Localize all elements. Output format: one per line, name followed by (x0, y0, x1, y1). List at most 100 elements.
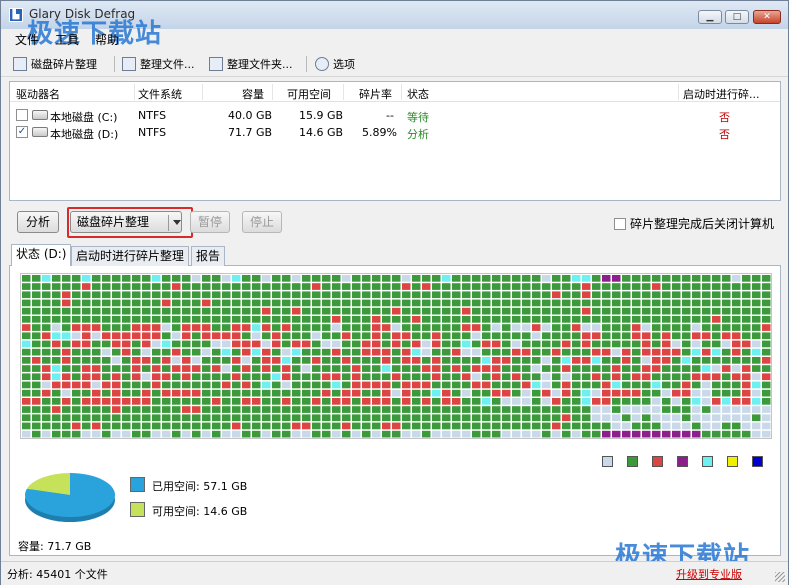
pause-button[interactable]: 暂停 (190, 211, 230, 233)
cluster-block (452, 275, 461, 282)
cluster-block (472, 365, 481, 372)
col-status[interactable]: 状态 (407, 86, 429, 102)
defrag-split-button[interactable]: 磁盘碎片整理 (70, 211, 182, 233)
toolbar-defrag-button[interactable]: 磁盘碎片整理 (13, 55, 97, 73)
drive-checkbox[interactable]: ✓ (16, 126, 28, 138)
cluster-block (642, 299, 651, 307)
cluster-block (662, 307, 671, 315)
tab-boot-defrag[interactable]: 启动时进行碎片整理 (71, 246, 190, 266)
col-fragmentation[interactable]: 碎片率 (359, 86, 392, 102)
menu-file[interactable]: 文件 (15, 31, 39, 48)
cluster-block (52, 316, 61, 323)
cluster-block (762, 324, 771, 331)
cluster-block (102, 291, 111, 299)
col-filesystem[interactable]: 文件系统 (138, 86, 182, 102)
menu-help[interactable]: 帮助 (95, 31, 119, 48)
cluster-block (432, 275, 441, 282)
cluster-block (262, 381, 271, 389)
close-icon[interactable]: ✕ (753, 10, 781, 24)
resize-grip-icon[interactable] (775, 572, 785, 582)
cluster-block (222, 398, 231, 405)
cluster-block (172, 299, 181, 307)
chevron-down-icon[interactable] (173, 220, 181, 225)
cluster-block (692, 348, 701, 356)
analyze-button[interactable]: 分析 (17, 211, 59, 233)
toolbar-defrag-folder-button[interactable]: 整理文件夹... (209, 55, 293, 73)
cluster-block (462, 422, 471, 430)
cluster-block (312, 348, 321, 356)
cluster-block (612, 398, 621, 405)
maximize-icon[interactable]: □ (725, 10, 749, 24)
cluster-block (332, 316, 341, 323)
cluster-block (382, 299, 391, 307)
cluster-block (192, 291, 201, 299)
cluster-block (722, 348, 731, 356)
cluster-block (542, 340, 551, 348)
cluster-block (82, 414, 91, 422)
cluster-block (442, 398, 451, 405)
shutdown-option[interactable]: 碎片整理完成后关闭计算机 (614, 215, 774, 232)
cluster-block (72, 422, 81, 430)
cluster-block (452, 357, 461, 364)
col-free-space[interactable]: 可用空间 (287, 86, 331, 102)
cluster-block (32, 348, 41, 356)
cluster-block (562, 373, 571, 381)
drive-row[interactable]: 本地磁盘 (C:) NTFS 40.0 GB 15.9 GB -- 等待 否 (10, 107, 780, 124)
cluster-block (622, 275, 631, 282)
col-capacity[interactable]: 容量 (242, 86, 264, 102)
cluster-block (42, 307, 51, 315)
cluster-block (752, 307, 761, 315)
cluster-block (582, 291, 591, 299)
upgrade-link[interactable]: 升级到专业版 (676, 566, 742, 582)
cluster-block (582, 406, 591, 413)
cluster-block (682, 414, 691, 422)
cluster-block (582, 340, 591, 348)
drive-row[interactable]: ✓ 本地磁盘 (D:) NTFS 71.7 GB 14.6 GB 5.89% 分… (10, 124, 780, 141)
cluster-block (732, 398, 741, 405)
cluster-block (262, 307, 271, 315)
cluster-block (382, 316, 391, 323)
cluster-block (452, 430, 461, 438)
cluster-block (602, 348, 611, 356)
cluster-block (282, 299, 291, 307)
cluster-block (462, 365, 471, 372)
col-separator (401, 84, 402, 100)
col-boot-defrag[interactable]: 启动时进行碎... (683, 86, 760, 102)
cluster-block (142, 422, 151, 430)
cluster-block (762, 381, 771, 389)
cluster-block (392, 316, 401, 323)
cluster-block (102, 422, 111, 430)
minimize-icon[interactable]: ▁ (698, 10, 722, 24)
cluster-block (162, 406, 171, 413)
cluster-block (602, 406, 611, 413)
cluster-block (292, 406, 301, 413)
cluster-block (422, 299, 431, 307)
cluster-block (612, 348, 621, 356)
tab-status[interactable]: 状态 (D:) (11, 244, 72, 266)
cluster-block (672, 373, 681, 381)
cluster-block (332, 430, 341, 438)
cluster-block (722, 414, 731, 422)
stop-button[interactable]: 停止 (242, 211, 282, 233)
cluster-block (402, 324, 411, 331)
cluster-block (562, 283, 571, 290)
cluster-block (472, 324, 481, 331)
cluster-block (172, 389, 181, 397)
toolbar-options-button[interactable]: 选项 (315, 55, 355, 73)
cluster-block (602, 316, 611, 323)
drive-checkbox[interactable] (16, 109, 28, 121)
shutdown-checkbox[interactable] (614, 217, 626, 230)
menu-tools[interactable]: 工具 (55, 31, 79, 48)
cluster-block (72, 430, 81, 438)
cluster-block (252, 398, 261, 405)
tab-report[interactable]: 报告 (191, 246, 226, 266)
cluster-block (542, 307, 551, 315)
cluster-block (522, 357, 531, 364)
cluster-block (182, 422, 191, 430)
cluster-block (272, 299, 281, 307)
cluster-block (472, 422, 481, 430)
toolbar-defrag-file-button[interactable]: 整理文件... (122, 55, 195, 73)
col-drive-name[interactable]: 驱动器名 (16, 86, 60, 102)
cluster-block (712, 291, 721, 299)
cluster-block (632, 373, 641, 381)
